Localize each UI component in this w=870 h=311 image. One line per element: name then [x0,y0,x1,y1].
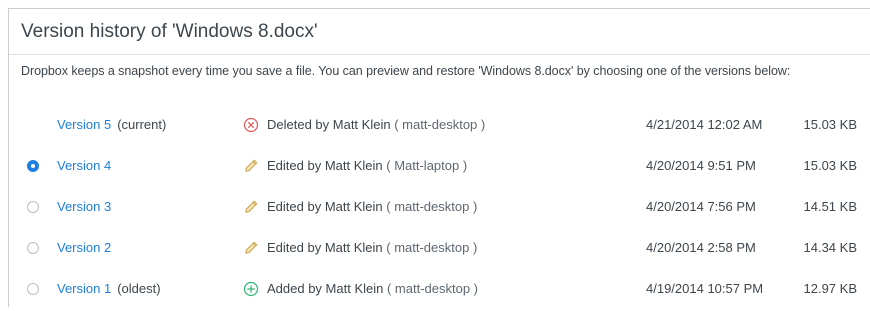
version-row[interactable]: Version 2 Edited by Matt Klein ( matt-de… [9,229,870,270]
version-row[interactable]: Version 3 Edited by Matt Klein ( matt-de… [9,188,870,229]
page-title: Version history of 'Windows 8.docx' [21,21,318,42]
version-row[interactable]: Version 4 Edited by Matt Klein ( Matt-la… [9,147,870,188]
pencil-icon [243,158,259,174]
device-text: ( matt-desktop ) [394,117,486,132]
version-cell: Version 1 (oldest) [57,281,161,296]
device-text: ( matt-desktop ) [386,199,478,214]
version-link[interactable]: Version 3 [57,199,111,214]
description-text: Dropbox keeps a snapshot every time you … [21,64,791,78]
file-size: 14.34 KB [803,240,858,255]
version-date: 4/20/2014 7:56 PM [646,199,756,214]
version-cell: Version 2 [57,240,117,255]
pencil-icon [243,199,259,215]
version-link[interactable]: Version 2 [57,240,111,255]
action-cell: Deleted by Matt Klein ( matt-desktop ) [267,117,485,132]
file-size: 15.03 KB [803,117,858,132]
version-tag: (current) [117,117,167,132]
device-text: ( matt-desktop ) [386,281,479,296]
device-text: ( matt-desktop ) [386,240,478,255]
file-size: 15.03 KB [803,158,858,173]
action-text: Deleted by Matt Klein [267,117,391,132]
version-cell: Version 3 [57,199,117,214]
version-tag: (oldest) [117,281,161,296]
action-text: Edited by Matt Klein [267,199,383,214]
device-text: ( Matt-laptop ) [386,158,468,173]
version-radio[interactable] [27,283,39,295]
title-divider [9,54,870,55]
version-date: 4/19/2014 10:57 PM [646,281,764,296]
version-cell: Version 5 (current) [57,117,166,132]
version-radio[interactable] [27,160,39,172]
action-text: Edited by Matt Klein [267,240,383,255]
version-link[interactable]: Version 1 [57,281,111,296]
deleted-icon [243,117,259,133]
version-date: 4/20/2014 2:58 PM [646,240,756,255]
action-cell: Added by Matt Klein ( matt-desktop ) [267,281,478,296]
action-cell: Edited by Matt Klein ( matt-desktop ) [267,240,477,255]
version-radio[interactable] [27,201,39,213]
pencil-icon [243,240,259,256]
action-cell: Edited by Matt Klein ( Matt-laptop ) [267,158,467,173]
action-cell: Edited by Matt Klein ( matt-desktop ) [267,199,477,214]
version-radio[interactable] [27,242,39,254]
action-text: Edited by Matt Klein [267,158,383,173]
version-row[interactable]: Version 1 (oldest) Added by Matt Klein ( … [9,270,870,311]
version-history-panel: Version history of 'Windows 8.docx' Drop… [8,8,870,307]
version-link[interactable]: Version 5 [57,117,111,132]
file-size: 12.97 KB [803,281,858,296]
version-link[interactable]: Version 4 [57,158,111,173]
file-size: 14.51 KB [803,199,858,214]
action-text: Added by Matt Klein [267,281,384,296]
version-row[interactable]: Version 5 (current) Deleted by Matt Klein… [9,106,870,147]
version-cell: Version 4 [57,158,117,173]
version-date: 4/20/2014 9:51 PM [646,158,756,173]
added-icon [243,281,259,297]
version-date: 4/21/2014 12:02 AM [646,117,763,132]
